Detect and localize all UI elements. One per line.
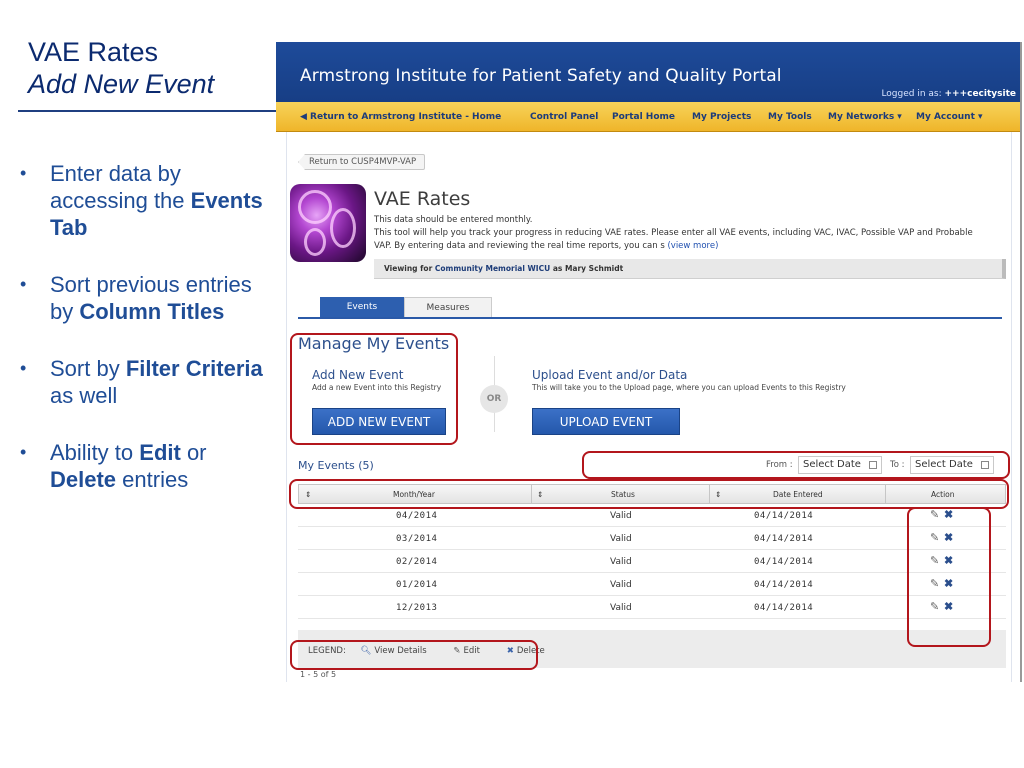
tab-events[interactable]: Events bbox=[320, 297, 404, 318]
bullet-events-tab: Enter data by accessing the Events Tab bbox=[20, 160, 270, 241]
back-to-project-link[interactable]: Return to CUSP4MVP-VAP bbox=[298, 154, 426, 170]
bullet-filter-criteria: Sort by Filter Criteria as well bbox=[20, 355, 270, 409]
or-badge: OR bbox=[480, 385, 508, 413]
portal-title: Armstrong Institute for Patient Safety a… bbox=[300, 66, 782, 86]
viewing-unit: Community Memorial WICU bbox=[434, 264, 551, 273]
table-row: 03/2014 Valid 04/14/2014 ✎ ✖ bbox=[298, 527, 1006, 550]
slide-title: VAE Rates Add New Event bbox=[28, 36, 268, 100]
tool-description: This data should be entered monthly. Thi… bbox=[374, 215, 973, 251]
cell-month: 02/2014 bbox=[396, 557, 438, 567]
upload-event-button[interactable]: UPLOAD EVENT bbox=[532, 408, 680, 435]
tabs-underline bbox=[298, 317, 1002, 319]
cell-date-entered: 04/14/2014 bbox=[754, 603, 814, 613]
nav-my-tools[interactable]: My Tools bbox=[768, 112, 812, 122]
logged-in-status: Logged in as: +++cecitysite bbox=[881, 89, 1016, 99]
cell-month: 03/2014 bbox=[396, 534, 438, 544]
my-events-heading: My Events (5) bbox=[298, 459, 374, 472]
cell-month: 12/2013 bbox=[396, 603, 438, 613]
cell-status: Valid bbox=[610, 557, 632, 567]
tab-measures[interactable]: Measures bbox=[404, 297, 492, 318]
table-row: 12/2013 Valid 04/14/2014 ✎ ✖ bbox=[298, 596, 1006, 619]
nav-portal-home[interactable]: Portal Home bbox=[612, 112, 675, 122]
nav-my-networks[interactable]: My Networks ▾ bbox=[828, 112, 902, 122]
logged-in-user[interactable]: +++cecitysite bbox=[945, 89, 1017, 99]
portal-header: Armstrong Institute for Patient Safety a… bbox=[276, 42, 1020, 102]
upload-event-description: This will take you to the Upload page, w… bbox=[532, 383, 846, 392]
vae-rates-logo-icon bbox=[290, 184, 366, 262]
cell-month: 04/2014 bbox=[396, 511, 438, 521]
tool-title: VAE Rates bbox=[374, 188, 471, 210]
cell-status: Valid bbox=[610, 580, 632, 590]
cell-status: Valid bbox=[610, 534, 632, 544]
bullet-edit-delete: Ability to Edit or Delete entries bbox=[20, 439, 270, 493]
pagination-summary: 1 - 5 of 5 bbox=[300, 670, 337, 679]
annotation-filter-criteria bbox=[582, 451, 1010, 479]
view-more-link[interactable]: (view more) bbox=[667, 241, 718, 251]
cell-status: Valid bbox=[610, 603, 632, 613]
annotation-legend bbox=[290, 640, 538, 670]
slide-title-main: VAE Rates bbox=[28, 37, 159, 67]
upload-event-heading: Upload Event and/or Data bbox=[532, 368, 688, 382]
cell-date-entered: 04/14/2014 bbox=[754, 534, 814, 544]
nav-my-projects[interactable]: My Projects bbox=[692, 112, 751, 122]
title-divider bbox=[18, 110, 276, 112]
main-nav: ◀ Return to Armstrong Institute - Home C… bbox=[276, 102, 1020, 132]
annotation-add-new-event bbox=[290, 333, 458, 445]
cell-month: 01/2014 bbox=[396, 580, 438, 590]
annotation-edit-delete bbox=[907, 507, 991, 647]
table-row: 02/2014 Valid 04/14/2014 ✎ ✖ bbox=[298, 550, 1006, 573]
nav-control-panel[interactable]: Control Panel bbox=[530, 112, 598, 122]
viewing-context-bar: Viewing for Community Memorial WICU as M… bbox=[374, 259, 1006, 279]
cell-date-entered: 04/14/2014 bbox=[754, 511, 814, 521]
cell-date-entered: 04/14/2014 bbox=[754, 557, 814, 567]
nav-my-account[interactable]: My Account ▾ bbox=[916, 112, 983, 122]
slide-bullets: Enter data by accessing the Events Tab S… bbox=[20, 160, 270, 523]
cell-status: Valid bbox=[610, 511, 632, 521]
cell-date-entered: 04/14/2014 bbox=[754, 580, 814, 590]
nav-return-home[interactable]: ◀ Return to Armstrong Institute - Home bbox=[300, 112, 501, 122]
slide-title-sub: Add New Event bbox=[28, 69, 215, 99]
table-row: 01/2014 Valid 04/14/2014 ✎ ✖ bbox=[298, 573, 1006, 596]
bullet-sort-columns: Sort previous entries by Column Titles bbox=[20, 271, 270, 325]
annotation-column-titles bbox=[289, 479, 1009, 509]
